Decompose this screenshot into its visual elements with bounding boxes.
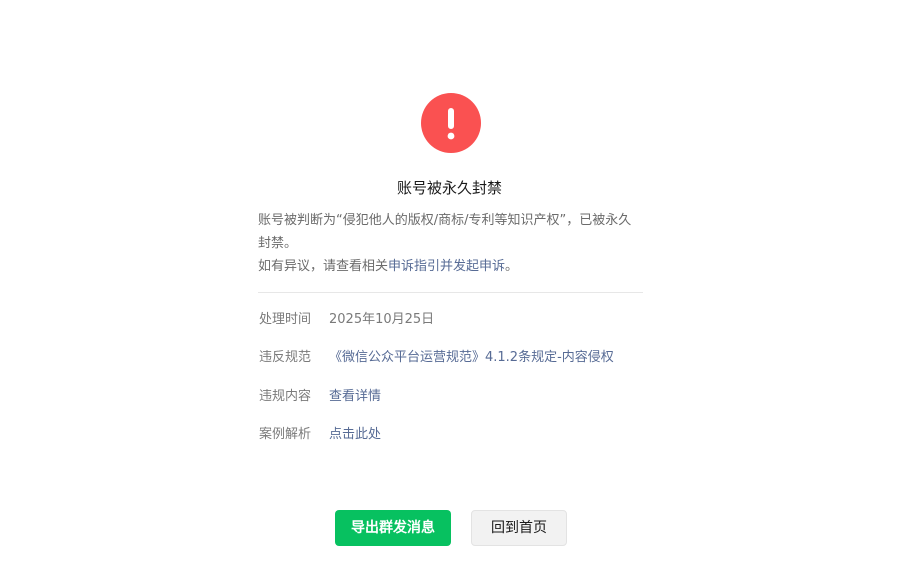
detail-row-violated-rule: 违反规范 《微信公众平台运营规范》4.1.2条规定-内容侵权: [259, 348, 614, 368]
page-title: 账号被永久封禁: [396, 179, 502, 197]
exclamation-icon: [421, 93, 481, 153]
detail-row-process-time: 处理时间 2025年10月25日: [259, 310, 434, 330]
appeal-prefix: 如有异议，请查看相关: [258, 259, 389, 274]
detail-label: 违反规范: [259, 350, 312, 365]
detail-row-violation-content: 违规内容 查看详情: [259, 387, 381, 407]
ban-notice-page: 账号被永久封禁 账号被判断为“侵犯他人的版权/商标/专利等知识产权”，已被永久封…: [0, 0, 899, 569]
appeal-guide-link[interactable]: 申诉指引并发起申诉: [388, 259, 505, 274]
export-messages-button[interactable]: 导出群发消息: [335, 510, 451, 546]
process-time-value: 2025年10月25日: [329, 312, 435, 327]
detail-label: 违规内容: [259, 389, 312, 404]
ban-description: 账号被判断为“侵犯他人的版权/商标/专利等知识产权”，已被永久封禁。 如有异议，…: [258, 209, 644, 278]
appeal-text: 如有异议，请查看相关申诉指引并发起申诉。: [258, 255, 644, 278]
violated-rule-link[interactable]: 《微信公众平台运营规范》4.1.2条规定-内容侵权: [329, 350, 614, 365]
divider: [258, 292, 643, 293]
detail-row-case-analysis: 案例解析 点击此处: [259, 425, 381, 445]
appeal-suffix: 。: [505, 259, 519, 274]
back-home-button[interactable]: 回到首页: [471, 510, 567, 546]
detail-label: 处理时间: [259, 312, 312, 327]
detail-label: 案例解析: [259, 427, 312, 442]
case-analysis-link[interactable]: 点击此处: [329, 427, 381, 442]
view-details-link[interactable]: 查看详情: [329, 389, 381, 404]
ban-reason-text: 账号被判断为“侵犯他人的版权/商标/专利等知识产权”，已被永久封禁。: [258, 213, 632, 251]
